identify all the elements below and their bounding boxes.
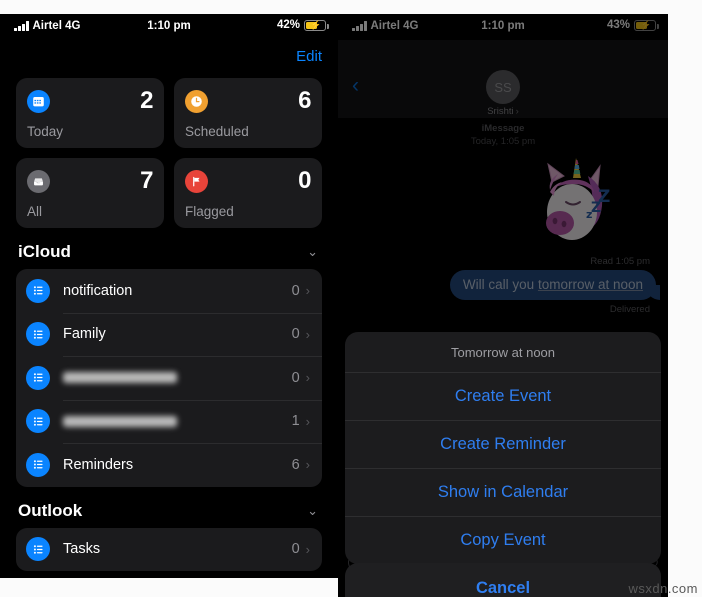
action-show-in-calendar[interactable]: Show in Calendar bbox=[345, 468, 661, 516]
cancel-button[interactable]: Cancel bbox=[345, 563, 661, 597]
action-sheet-cancel-group: Cancel bbox=[345, 563, 661, 597]
list-bullet-icon bbox=[26, 409, 50, 434]
card-label: Flagged bbox=[185, 204, 234, 219]
card-label: All bbox=[27, 204, 43, 219]
list-bullet-icon bbox=[26, 278, 50, 303]
list-item-label: Reminders bbox=[63, 456, 134, 473]
list-item-label-redacted bbox=[63, 372, 178, 384]
list-item-label: notification bbox=[63, 282, 133, 299]
list-item[interactable]: Tasks 0 › bbox=[16, 528, 322, 572]
left-status-bar: Airtel 4G 1:10 pm 42% ⚡ bbox=[0, 14, 338, 40]
left-phone-reminders-app: Airtel 4G 1:10 pm 42% ⚡ Edit 2 Today 6 S… bbox=[0, 14, 338, 578]
watermark: wsxdn.com bbox=[628, 581, 698, 596]
screenshot-root: Airtel 4G 1:10 pm 42% ⚡ Edit 2 Today 6 S… bbox=[0, 0, 702, 597]
list-group-icloud: notification 0 › Family 0 › 0 › 1 › Remi… bbox=[16, 269, 322, 487]
chevron-right-icon: › bbox=[305, 457, 310, 473]
tray-icon bbox=[27, 169, 50, 193]
chevron-right-icon: › bbox=[305, 541, 310, 557]
list-item-label: Tasks bbox=[63, 541, 101, 558]
card-top-row: 0 bbox=[185, 167, 311, 195]
action-sheet: Tomorrow at noon Create Event Create Rem… bbox=[345, 332, 661, 564]
list-item-label: Family bbox=[63, 326, 106, 343]
chevron-down-icon[interactable]: ⌄ bbox=[307, 244, 318, 260]
list-item-count: 0 bbox=[291, 369, 300, 386]
left-battery-group: 42% ⚡ bbox=[276, 19, 329, 31]
calendar-icon bbox=[27, 89, 50, 113]
card-label: Scheduled bbox=[185, 124, 249, 139]
card-count: 7 bbox=[140, 167, 153, 194]
card-label: Today bbox=[27, 124, 64, 139]
list-bullet-icon bbox=[26, 537, 50, 562]
edit-button[interactable]: Edit bbox=[296, 48, 322, 65]
flag-icon bbox=[185, 169, 208, 193]
list-bullet-icon bbox=[26, 365, 50, 390]
chevron-right-icon: › bbox=[305, 283, 310, 299]
smart-list-card-all[interactable]: 7 All bbox=[16, 158, 164, 228]
chevron-right-icon: › bbox=[305, 413, 311, 429]
card-top-row: 6 bbox=[185, 87, 311, 115]
list-group-outlook: Tasks 0 › bbox=[16, 527, 322, 572]
card-count: 6 bbox=[298, 87, 311, 114]
list-item-count: 0 bbox=[291, 326, 300, 343]
list-item[interactable]: 0 › bbox=[16, 356, 322, 400]
card-top-row: 7 bbox=[27, 167, 153, 195]
chevron-down-icon[interactable]: ⌄ bbox=[307, 503, 318, 519]
section-title: Outlook bbox=[18, 500, 83, 520]
section-header-icloud[interactable]: iCloud ⌄ bbox=[0, 228, 338, 269]
section-title: iCloud bbox=[18, 242, 71, 261]
list-bullet-icon bbox=[26, 452, 50, 477]
list-item[interactable]: notification 0 › bbox=[16, 269, 322, 313]
list-item-count: 0 bbox=[291, 541, 300, 558]
card-top-row: 2 bbox=[27, 87, 153, 115]
action-sheet-title: Tomorrow at noon bbox=[450, 345, 556, 360]
list-item-count: 0 bbox=[291, 282, 300, 299]
list-item-count: 1 bbox=[291, 413, 300, 430]
left-battery-percent: 42% bbox=[276, 19, 300, 31]
chevron-right-icon: › bbox=[305, 370, 311, 386]
right-phone-messages-app: Airtel 4G 1:10 pm 43% ⚡ ‹ SS Srishti› iM… bbox=[338, 14, 668, 597]
smart-list-card-flagged[interactable]: 0 Flagged bbox=[174, 158, 322, 228]
smart-lists-grid: 2 Today 6 Scheduled 7 All 0 Flagged bbox=[0, 78, 338, 228]
card-count: 0 bbox=[298, 167, 311, 194]
list-item-count: 6 bbox=[291, 456, 300, 473]
smart-list-card-today[interactable]: 2 Today bbox=[16, 78, 164, 148]
battery-charging-icon: ⚡ bbox=[304, 19, 329, 31]
list-item[interactable]: Family 0 › bbox=[16, 312, 322, 357]
list-item-label-redacted bbox=[63, 415, 178, 427]
card-count: 2 bbox=[140, 87, 153, 114]
action-create-reminder[interactable]: Create Reminder bbox=[345, 420, 661, 468]
action-create-event[interactable]: Create Event bbox=[345, 372, 661, 420]
list-item[interactable]: Reminders 6 › bbox=[16, 443, 322, 487]
section-header-outlook[interactable]: Outlook ⌄ bbox=[0, 487, 338, 528]
reminders-nav-bar: Edit bbox=[0, 40, 338, 78]
clock-icon bbox=[185, 89, 208, 113]
chevron-right-icon: › bbox=[305, 326, 310, 342]
action-copy-event[interactable]: Copy Event bbox=[345, 516, 661, 564]
list-item[interactable]: 1 › bbox=[16, 399, 322, 444]
smart-list-card-scheduled[interactable]: 6 Scheduled bbox=[174, 78, 322, 148]
list-bullet-icon bbox=[26, 322, 50, 347]
